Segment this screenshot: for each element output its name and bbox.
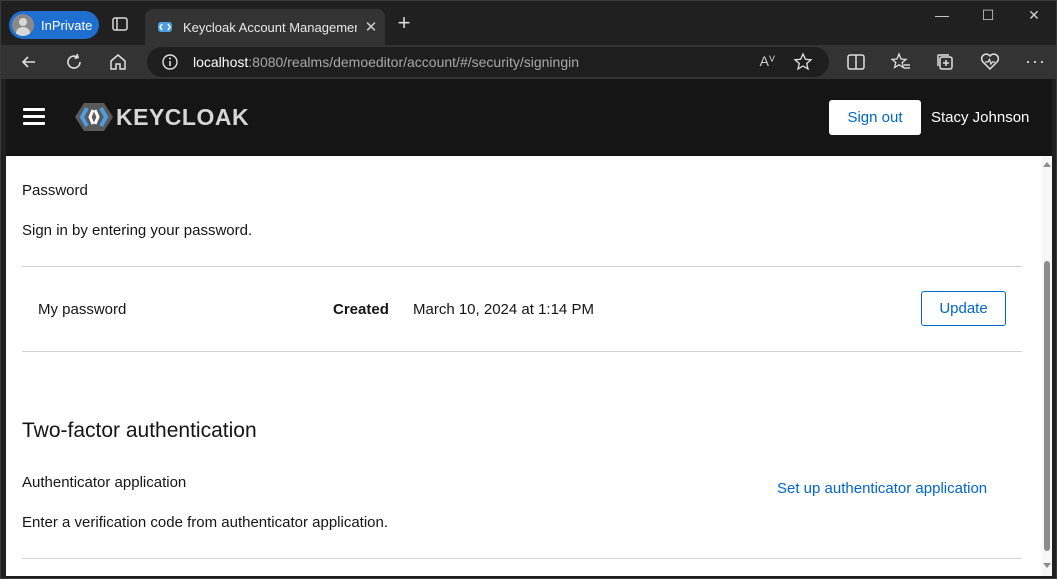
more-options-icon[interactable]: ···	[1025, 51, 1046, 72]
collections-icon[interactable]	[934, 51, 956, 73]
site-info-icon[interactable]	[161, 53, 179, 71]
inprivate-label: InPrivate	[41, 17, 93, 33]
keycloak-favicon-icon	[158, 22, 172, 32]
keycloak-logo-icon	[75, 103, 113, 131]
profile-avatar-icon	[12, 14, 34, 36]
read-aloud-icon[interactable]: Aⱽ	[760, 53, 775, 70]
home-icon	[110, 54, 126, 70]
tab-actions-icon[interactable]	[111, 15, 129, 33]
signing-in-content: Password Sign in by entering your passwo…	[6, 156, 1042, 576]
logo-text: KEYCLOAK	[116, 103, 250, 130]
page-viewport: KEYCLOAK Sign out Stacy Johnson Password…	[6, 79, 1052, 576]
address-bar[interactable]: localhost:8080/realms/demoeditor/account…	[147, 47, 829, 77]
page-scrollbar[interactable]	[1042, 156, 1052, 576]
url-path: :8080/realms/demoeditor/account/#/securi…	[248, 54, 580, 70]
authenticator-app-heading: Authenticator application	[22, 474, 187, 491]
sign-out-button[interactable]: Sign out	[829, 100, 921, 135]
divider	[22, 266, 1022, 267]
browser-essentials-icon[interactable]	[979, 51, 1001, 73]
hamburger-menu-icon[interactable]	[23, 108, 45, 126]
favorites-icon[interactable]	[890, 51, 912, 73]
divider	[22, 558, 1022, 559]
split-screen-icon[interactable]	[845, 51, 867, 73]
scroll-up-arrow-icon[interactable]	[1043, 162, 1051, 167]
scroll-down-arrow-icon[interactable]	[1043, 563, 1051, 568]
masthead: KEYCLOAK Sign out Stacy Johnson	[6, 79, 1052, 156]
maximize-button[interactable]: ☐	[965, 7, 1011, 29]
update-password-button[interactable]: Update	[921, 291, 1006, 326]
close-window-button[interactable]: ✕	[1011, 7, 1057, 29]
authenticator-app-description: Enter a verification code from authentic…	[22, 514, 389, 531]
divider	[22, 351, 1022, 352]
password-heading: Password	[22, 182, 88, 199]
keycloak-logo[interactable]: KEYCLOAK	[74, 101, 249, 133]
favorite-star-icon[interactable]	[793, 52, 813, 72]
created-value: March 10, 2024 at 1:14 PM	[413, 301, 594, 318]
tab-bar: InPrivate Keycloak Account Management ✕ …	[1, 1, 1056, 45]
tab-keycloak[interactable]: Keycloak Account Management ✕	[145, 9, 385, 45]
browser-window: InPrivate Keycloak Account Management ✕ …	[0, 0, 1057, 579]
new-tab-button[interactable]: +	[393, 12, 415, 35]
back-button[interactable]	[17, 50, 41, 74]
home-button[interactable]	[106, 50, 130, 74]
created-label: Created	[333, 301, 389, 318]
refresh-button[interactable]	[62, 50, 86, 74]
minimize-button[interactable]: —	[919, 7, 965, 29]
two-factor-heading: Two-factor authentication	[22, 419, 257, 442]
url-host: localhost	[193, 54, 249, 70]
tab-close-icon[interactable]: ✕	[357, 18, 385, 36]
user-name: Stacy Johnson	[931, 109, 1030, 126]
password-description: Sign in by entering your password.	[22, 222, 253, 239]
tab-title: Keycloak Account Management	[183, 19, 357, 35]
inprivate-badge[interactable]: InPrivate	[9, 11, 99, 39]
browser-toolbar: localhost:8080/realms/demoeditor/account…	[1, 45, 1056, 79]
scrollbar-thumb[interactable]	[1044, 261, 1050, 551]
setup-authenticator-link[interactable]: Set up authenticator application	[777, 480, 987, 497]
my-password-label: My password	[38, 301, 127, 318]
back-arrow-icon	[21, 56, 35, 68]
refresh-icon	[67, 53, 81, 69]
